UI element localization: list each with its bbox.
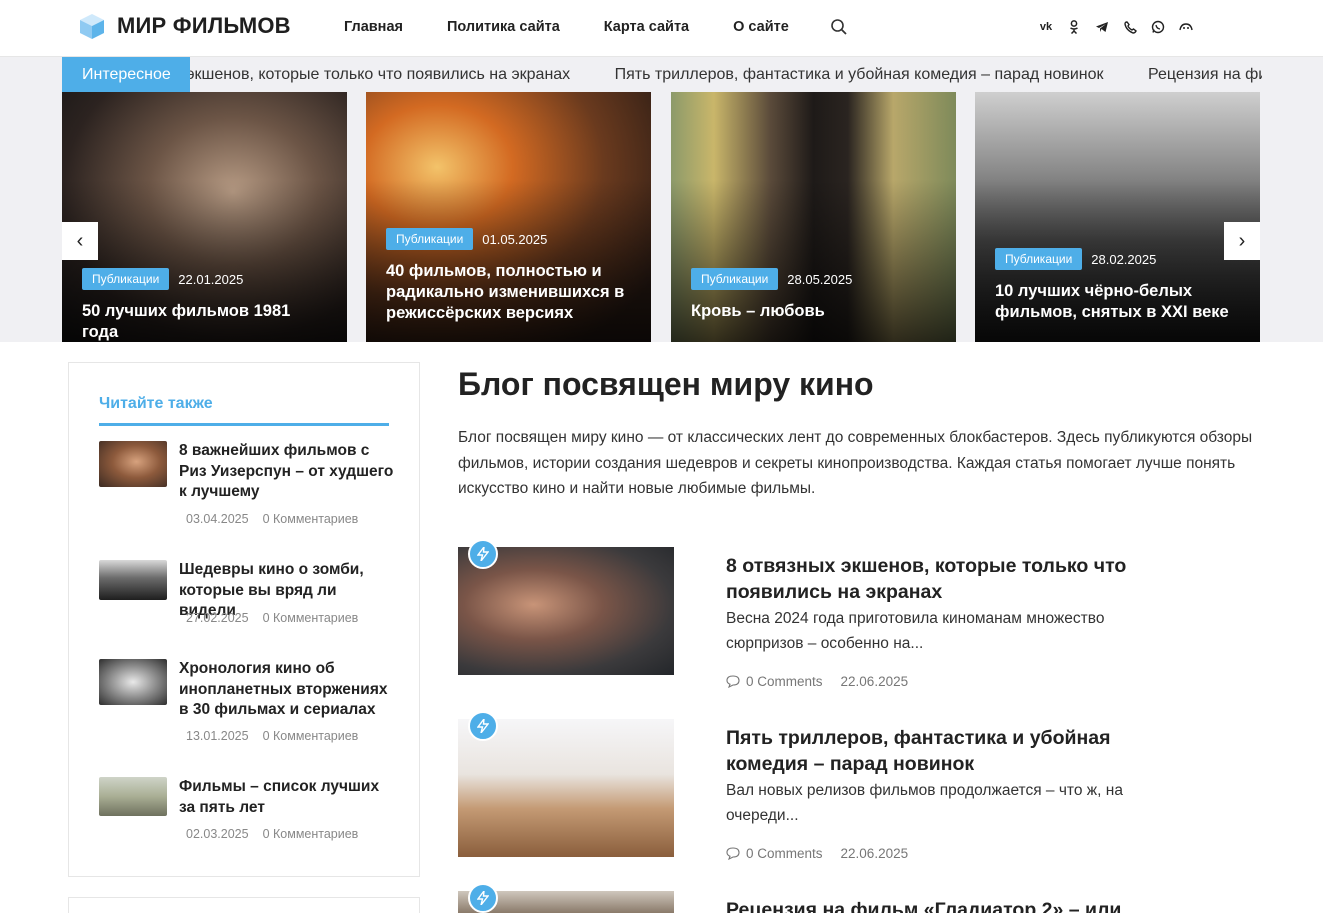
sidebar-read-also: Читайте также 8 важнейших фильмов с Риз … <box>68 362 420 877</box>
cube-logo-icon <box>80 14 104 39</box>
news-ticker: 8 отвязных экшенов, которые только что п… <box>190 57 1262 92</box>
slider-prev-button[interactable]: ‹ <box>62 222 98 260</box>
site-logo[interactable]: МИР ФИЛЬМОВ <box>78 12 291 40</box>
nav-policy[interactable]: Политика сайта <box>447 19 560 35</box>
category-badge[interactable]: Публикации <box>995 248 1083 270</box>
category-badge[interactable]: Публикации <box>82 268 170 290</box>
sidebar-thumbnail[interactable] <box>99 560 167 600</box>
slide-title[interactable]: Кровь – любовь <box>691 301 938 322</box>
nav-home[interactable]: Главная <box>344 19 403 35</box>
slide-card[interactable]: Публикации 28.05.2025 Кровь – любовь <box>671 92 956 342</box>
ticker-item[interactable]: Рецензия на фильм «Гладиатор 2» – или <box>1148 66 1262 83</box>
sidebar-item-date: 13.01.2025 <box>186 729 249 743</box>
slide-card[interactable]: Публикации 22.01.2025 50 лучших фильмов … <box>62 92 347 342</box>
telegram-icon[interactable] <box>1094 19 1110 35</box>
sidebar-title: Читайте также <box>99 395 213 412</box>
post-excerpt: Весна 2024 года приготовила киноманам мн… <box>726 610 1105 652</box>
lightning-icon <box>468 883 498 913</box>
slide-date: 28.05.2025 <box>787 271 853 287</box>
post-title[interactable]: Пять триллеров, фантастика и убойная ком… <box>726 725 1196 777</box>
slide-date: 01.05.2025 <box>482 231 548 247</box>
slide-date: 28.02.2025 <box>1091 251 1157 267</box>
sidebar-item-title[interactable]: 8 важнейших фильмов с Риз Уизерспун – от… <box>179 441 394 503</box>
sidebar-thumbnail[interactable] <box>99 659 167 705</box>
post-thumbnail[interactable] <box>458 719 674 857</box>
sidebar-thumbnail[interactable] <box>99 777 167 816</box>
lightning-icon <box>468 539 498 569</box>
sidebar-item-comments[interactable]: 0 Комментариев <box>263 611 359 625</box>
category-badge[interactable]: Публикации <box>386 228 474 250</box>
page-title: Блог посвящен миру кино <box>458 366 874 402</box>
slider-next-button[interactable]: › <box>1224 222 1260 260</box>
sidebar-widget <box>68 897 420 913</box>
comment-icon <box>726 675 740 688</box>
site-header: МИР ФИЛЬМОВ Главная Политика сайта Карта… <box>0 0 1323 57</box>
slide-date: 22.01.2025 <box>178 271 244 287</box>
slide-title[interactable]: 10 лучших чёрно-белых фильмов, снятых в … <box>995 281 1242 323</box>
post-title[interactable]: Рецензия на фильм «Гладиатор 2» – или <box>726 897 1196 913</box>
ticker-item[interactable]: 8 отвязных экшенов, которые только что п… <box>190 66 570 83</box>
sidebar-item-comments[interactable]: 0 Комментариев <box>263 512 359 526</box>
intro-text: Блог посвящен миру кино — от классически… <box>458 429 1253 497</box>
slide-title[interactable]: 40 фильмов, полностью и радикально измен… <box>386 261 633 324</box>
post-title[interactable]: 8 отвязных экшенов, которые только что п… <box>726 553 1196 605</box>
category-badge[interactable]: Публикации <box>691 268 779 290</box>
sidebar-thumbnail[interactable] <box>99 441 167 487</box>
sidebar-item-comments[interactable]: 0 Комментариев <box>263 827 359 841</box>
sidebar-item-title[interactable]: Хронология кино об инопланетных вторжени… <box>179 659 394 721</box>
search-icon[interactable] <box>830 18 848 36</box>
lightning-icon <box>468 711 498 741</box>
sidebar-item-date: 03.04.2025 <box>186 512 249 526</box>
featured-slider: Публикации 22.01.2025 50 лучших фильмов … <box>62 92 1260 342</box>
nav-sitemap[interactable]: Карта сайта <box>604 19 689 35</box>
sidebar-item-date: 27.02.2025 <box>186 611 249 625</box>
slide-card[interactable]: Публикации 01.05.2025 40 фильмов, полнос… <box>366 92 651 342</box>
nav-about[interactable]: О сайте <box>733 19 789 35</box>
post-comments[interactable]: 0 Comments <box>746 674 823 689</box>
social-links: vk <box>1038 19 1206 35</box>
sidebar-item-comments[interactable]: 0 Комментариев <box>263 729 359 743</box>
post-date: 22.06.2025 <box>840 846 909 861</box>
main-nav: Главная Политика сайта Карта сайта О сай… <box>344 19 833 35</box>
post-date: 22.06.2025 <box>840 674 909 689</box>
post-comments[interactable]: 0 Comments <box>746 846 823 861</box>
post-excerpt: Вал новых релизов фильмов продолжается –… <box>726 782 1123 824</box>
sidebar-item-title[interactable]: Фильмы – список лучших за пять лет <box>179 777 394 818</box>
slide-card[interactable]: Публикации 28.02.2025 10 лучших чёрно-бе… <box>975 92 1260 342</box>
ticker-item[interactable]: Пять триллеров, фантастика и убойная ком… <box>615 66 1104 83</box>
whatsapp-icon[interactable] <box>1150 19 1166 35</box>
sidebar-divider <box>99 423 389 426</box>
sidebar-item-date: 02.03.2025 <box>186 827 249 841</box>
odnoklassniki-icon[interactable] <box>1066 19 1082 35</box>
ticker-label: Интересное <box>62 57 190 92</box>
comment-icon <box>726 847 740 860</box>
slide-title[interactable]: 50 лучших фильмов 1981 года <box>82 301 329 342</box>
viber-icon[interactable] <box>1122 19 1138 35</box>
site-name: МИР ФИЛЬМОВ <box>117 13 291 38</box>
featured-band: Интересное 8 отвязных экшенов, которые т… <box>0 57 1323 342</box>
messenger-icon[interactable] <box>1178 19 1194 35</box>
vk-icon[interactable]: vk <box>1038 19 1054 35</box>
